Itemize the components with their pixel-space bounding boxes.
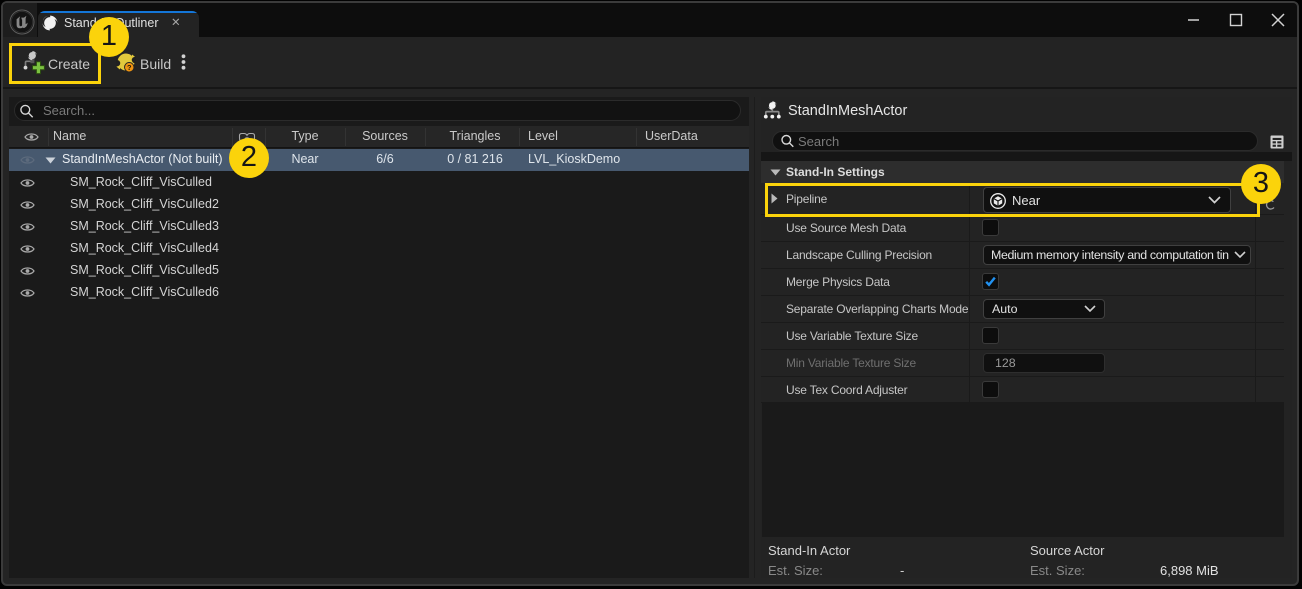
svg-text:?: ? — [127, 63, 132, 72]
